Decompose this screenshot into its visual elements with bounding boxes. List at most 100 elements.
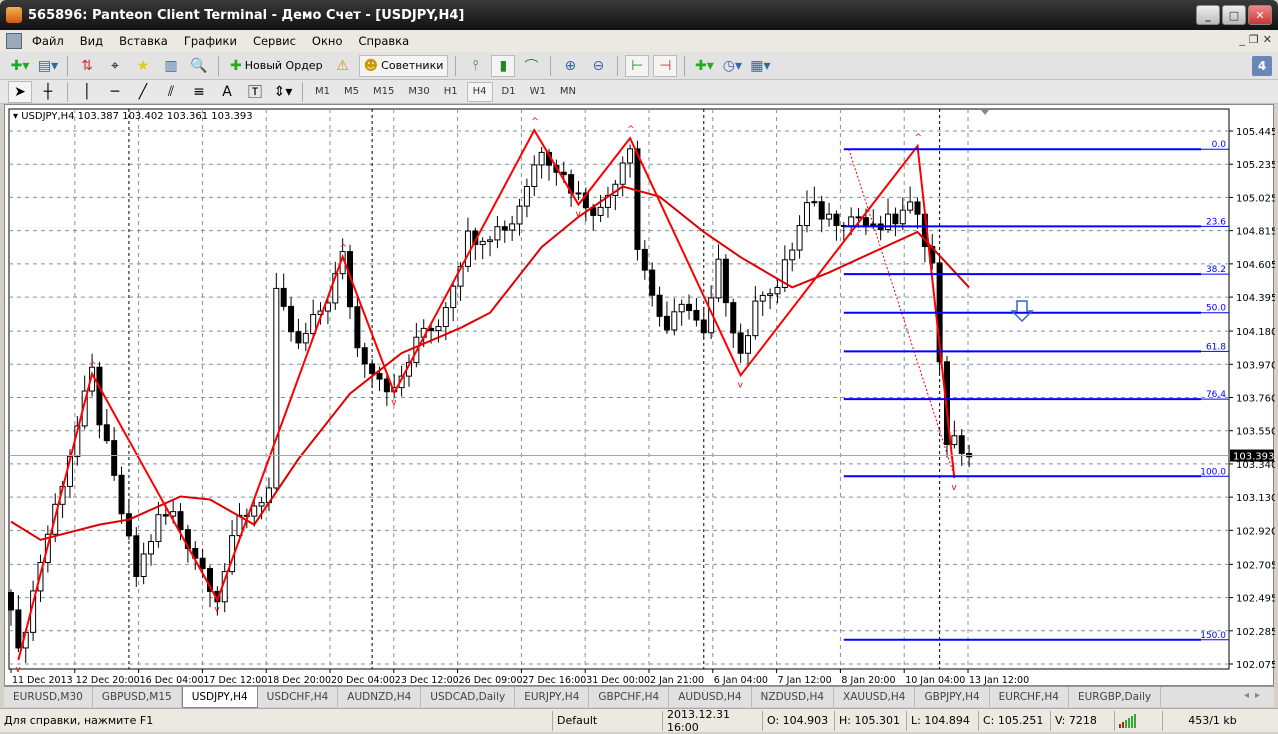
chart-menu-icon[interactable] bbox=[6, 33, 22, 49]
terminal-icon[interactable]: ▥ bbox=[159, 55, 183, 77]
minimize-button[interactable]: _ bbox=[1196, 5, 1220, 25]
time-tick-label: 27 Dec 16:00 bbox=[522, 675, 586, 686]
tab-scroll-arrows[interactable]: ◂▸ bbox=[1244, 690, 1266, 701]
zoom-out-icon[interactable]: ⊖ bbox=[586, 55, 610, 77]
warning-icon[interactable]: ⚠ bbox=[331, 55, 355, 77]
fractal-down-icon: v bbox=[391, 398, 397, 408]
candle-body bbox=[383, 378, 390, 393]
timeframe-d1[interactable]: D1 bbox=[497, 82, 521, 102]
crosshair-icon[interactable]: ┼ bbox=[36, 81, 60, 103]
timeframe-m15[interactable]: M15 bbox=[368, 82, 399, 102]
new-chart-icon[interactable]: ✚▾ bbox=[8, 55, 32, 77]
menu-insert[interactable]: Вставка bbox=[111, 34, 176, 48]
timeframe-m5[interactable]: M5 bbox=[339, 82, 364, 102]
mdi-close-button[interactable]: ✕ bbox=[1263, 33, 1272, 46]
close-button[interactable]: ✕ bbox=[1248, 5, 1272, 25]
timeframe-m30[interactable]: M30 bbox=[403, 82, 434, 102]
chart-tab[interactable]: EURGBP,Daily bbox=[1069, 687, 1162, 707]
chart-tab[interactable]: NZDUSD,H4 bbox=[752, 687, 835, 707]
time-tick-label: 16 Dec 04:00 bbox=[140, 675, 204, 686]
text-label-icon[interactable]: 🅃 bbox=[243, 81, 267, 103]
chart-tab[interactable]: GBPUSD,M15 bbox=[93, 687, 182, 707]
new-order-button[interactable]: ✚ Новый Ордер bbox=[226, 55, 327, 77]
trendline-icon[interactable]: ╱ bbox=[131, 81, 155, 103]
fibonacci-icon[interactable]: ≡ bbox=[187, 81, 211, 103]
tester-icon[interactable]: 🔍 bbox=[187, 55, 211, 77]
vertical-line-icon[interactable]: │ bbox=[75, 81, 99, 103]
cursor-icon[interactable]: ➤ bbox=[8, 80, 32, 103]
favorites-folder-icon[interactable]: ★ bbox=[131, 55, 155, 77]
chart-tab[interactable]: EURCHF,H4 bbox=[990, 687, 1069, 707]
candle-body bbox=[148, 541, 155, 555]
menu-charts[interactable]: Графики bbox=[176, 34, 245, 48]
chart-tab[interactable]: USDCHF,H4 bbox=[258, 687, 339, 707]
price-chart[interactable]: 105.445 105.235 105.025 104.815 104.605 104.3… bbox=[5, 105, 1275, 687]
chart-tab[interactable]: AUDUSD,H4 bbox=[669, 687, 752, 707]
arrows-icon[interactable]: ⇕▾ bbox=[271, 81, 295, 103]
timeframe-mn[interactable]: MN bbox=[555, 82, 581, 102]
text-icon[interactable]: A bbox=[215, 81, 239, 103]
candle-body bbox=[951, 435, 958, 445]
maximize-button[interactable]: □ bbox=[1222, 5, 1246, 25]
templates-icon[interactable]: ▦▾ bbox=[748, 55, 772, 77]
candle-body bbox=[811, 201, 818, 204]
zoom-in-icon[interactable]: ⊕ bbox=[558, 55, 582, 77]
candle-body bbox=[619, 162, 626, 185]
candle-body bbox=[899, 209, 906, 225]
equidistant-channel-icon[interactable]: ⫽ bbox=[159, 81, 183, 103]
bar-chart-icon[interactable]: ⫯ bbox=[463, 55, 487, 77]
candle-body bbox=[803, 202, 810, 227]
mdi-restore-button[interactable]: ❐ bbox=[1249, 33, 1259, 46]
chart-tab[interactable]: USDCAD,Daily bbox=[421, 687, 516, 707]
candle-body bbox=[767, 293, 774, 296]
chart-tab[interactable]: USDJPY,H4 bbox=[181, 687, 258, 708]
chart-tab[interactable]: GBPCHF,H4 bbox=[589, 687, 670, 707]
price-tick-label: 103.970 bbox=[1236, 360, 1275, 371]
chart-shift-icon[interactable]: ⊣ bbox=[653, 54, 678, 77]
line-chart-icon[interactable]: ⌒ bbox=[519, 55, 543, 77]
status-close: C: 105.251 bbox=[978, 710, 1050, 731]
fibonacci-level-label: 150.0 bbox=[1200, 631, 1226, 641]
timeframe-h4[interactable]: H4 bbox=[466, 81, 493, 102]
menu-window[interactable]: Окно bbox=[304, 34, 351, 48]
menu-help[interactable]: Справка bbox=[350, 34, 417, 48]
profiles-icon[interactable]: ▤▾ bbox=[36, 55, 60, 77]
chart-tab[interactable]: EURJPY,H4 bbox=[515, 687, 590, 707]
status-volume: V: 7218 bbox=[1050, 710, 1114, 731]
menu-tools[interactable]: Сервис bbox=[245, 34, 304, 48]
status-high: H: 105.301 bbox=[834, 710, 906, 731]
candle-body bbox=[199, 557, 206, 570]
candle-body bbox=[494, 226, 501, 241]
time-tick-label: 17 Dec 12:00 bbox=[203, 675, 267, 686]
chart-tab[interactable]: EURUSD,M30 bbox=[4, 687, 93, 707]
menu-view[interactable]: Вид bbox=[72, 34, 111, 48]
fibonacci-level-label: 76.4 bbox=[1206, 390, 1226, 400]
horizontal-line-icon[interactable]: ─ bbox=[103, 81, 127, 103]
chart-tab[interactable]: GBPJPY,H4 bbox=[915, 687, 990, 707]
notifications-badge[interactable]: 4 bbox=[1252, 56, 1272, 76]
indicators-icon[interactable]: ✚▾ bbox=[692, 55, 716, 77]
candle-body bbox=[273, 287, 280, 489]
window-title: 565896: Panteon Client Terminal - Демо С… bbox=[28, 7, 465, 23]
candlestick-chart-icon[interactable]: ▮ bbox=[491, 54, 516, 77]
timeframe-m1[interactable]: M1 bbox=[310, 82, 335, 102]
auto-scroll-icon[interactable]: ⊢ bbox=[625, 54, 650, 77]
mdi-minimize-button[interactable]: _ bbox=[1239, 33, 1245, 46]
fractal-up-icon: ^ bbox=[531, 117, 539, 127]
time-tick-label: 11 Dec 2013 bbox=[12, 675, 73, 686]
fibonacci-level-label: 0.0 bbox=[1212, 140, 1227, 150]
timeframe-h1[interactable]: H1 bbox=[439, 82, 463, 102]
chart-window[interactable]: 105.445 105.235 105.025 104.815 104.605 104.3… bbox=[4, 104, 1275, 687]
market-watch-icon[interactable]: ⇅ bbox=[75, 55, 99, 77]
timeframe-w1[interactable]: W1 bbox=[525, 82, 551, 102]
candle-body bbox=[96, 366, 103, 426]
chart-tab[interactable]: AUDNZD,H4 bbox=[338, 687, 422, 707]
candle-body bbox=[826, 213, 833, 220]
candle-body bbox=[361, 347, 368, 365]
menu-file[interactable]: Файл bbox=[24, 34, 72, 48]
candle-body bbox=[914, 201, 921, 215]
chart-tab[interactable]: XAUUSD,H4 bbox=[834, 687, 916, 707]
periods-clock-icon[interactable]: ◷▾ bbox=[720, 55, 744, 77]
experts-button[interactable]: ☻ Советники bbox=[358, 54, 449, 77]
crosshair-navigator-icon[interactable]: ⌖ bbox=[103, 55, 127, 77]
